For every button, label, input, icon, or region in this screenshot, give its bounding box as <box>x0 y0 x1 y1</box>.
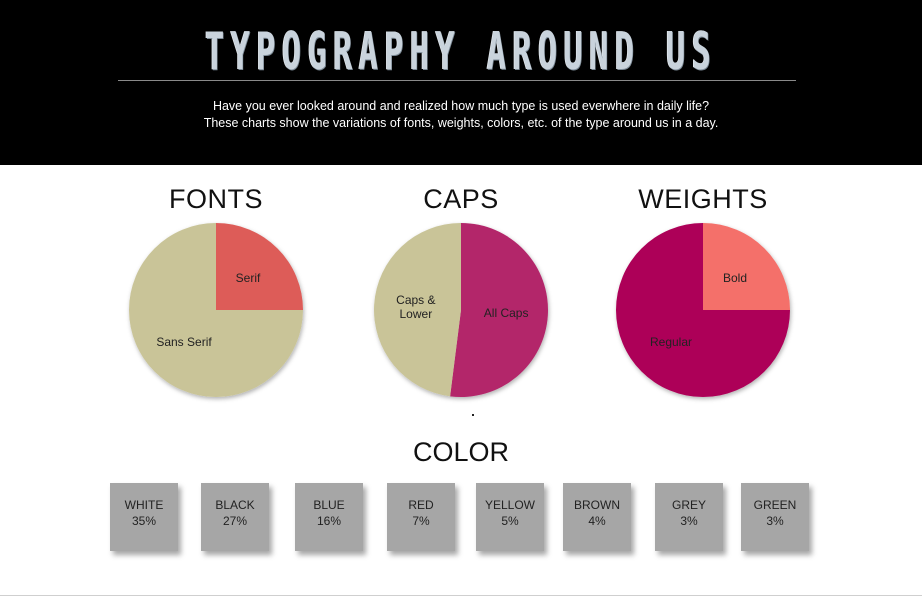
weights-pie-svg: Bold Regular <box>616 223 790 397</box>
fonts-pie-chart: FONTS Serif Sans Serif <box>96 180 336 420</box>
caps-chart-title: CAPS <box>423 184 499 214</box>
title-divider <box>118 80 796 81</box>
fonts-chart-title: FONTS <box>169 184 263 214</box>
color-swatch-brown: BROWN 4% <box>563 483 631 551</box>
pie-slice-label: Serif <box>236 271 261 285</box>
fonts-pie-svg: Serif Sans Serif <box>129 223 303 397</box>
subtitle-line-1: Have you ever looked around and realized… <box>212 99 710 113</box>
pie-slice-bold <box>703 223 790 310</box>
caps-pie-chart: CAPS All Caps Caps & Lower <box>341 180 581 420</box>
color-swatch-grey: GREY 3% <box>655 483 723 551</box>
swatch-name: WHITE <box>124 498 164 512</box>
header-banner: TYPOGRAPHY AROUND US Have you ever looke… <box>0 0 922 165</box>
color-swatch-yellow: YELLOW 5% <box>476 483 544 551</box>
pie-slice-label: Regular <box>650 335 692 349</box>
swatch-percent: 5% <box>501 514 519 528</box>
swatch-percent: 35% <box>131 514 157 528</box>
footer-divider <box>0 595 922 596</box>
swatch-percent: 16% <box>316 514 342 528</box>
pie-slice-label: Bold <box>723 271 747 285</box>
swatch-percent: 27% <box>222 514 248 528</box>
color-swatch-red: RED 7% <box>387 483 455 551</box>
swatch-name: GREY <box>671 498 706 512</box>
swatch-name: BROWN <box>574 498 620 512</box>
caps-pie-svg: All Caps Caps & Lower <box>373 223 548 397</box>
swatch-name: YELLOW <box>484 498 535 512</box>
color-swatch-white: WHITE 35% <box>110 483 178 551</box>
pie-slice-label: All Caps <box>484 306 529 320</box>
subtitle-line-2: These charts show the variations of font… <box>203 116 719 130</box>
swatch-percent: 4% <box>588 514 606 528</box>
color-swatch-black: BLACK 27% <box>201 483 269 551</box>
color-swatch-blue: BLUE 16% <box>295 483 363 551</box>
stray-dot <box>472 414 474 416</box>
swatch-name: RED <box>408 498 434 512</box>
page-title: TYPOGRAPHY AROUND US <box>204 22 718 82</box>
weights-pie-chart: WEIGHTS Bold Regular <box>583 180 823 420</box>
pie-slice-label: Sans Serif <box>156 335 212 349</box>
color-section-title: COLOR <box>412 437 510 467</box>
swatch-name: BLUE <box>313 498 345 512</box>
pie-slice-serif <box>216 223 303 310</box>
pie-slice-label: Caps & Lower <box>396 293 435 321</box>
color-swatch-green: GREEN 3% <box>741 483 809 551</box>
swatch-name: BLACK <box>215 498 255 512</box>
swatch-percent: 7% <box>412 514 430 528</box>
swatch-name: GREEN <box>753 498 797 512</box>
weights-chart-title: WEIGHTS <box>638 184 768 214</box>
swatch-percent: 3% <box>766 514 784 528</box>
swatch-percent: 3% <box>680 514 698 528</box>
